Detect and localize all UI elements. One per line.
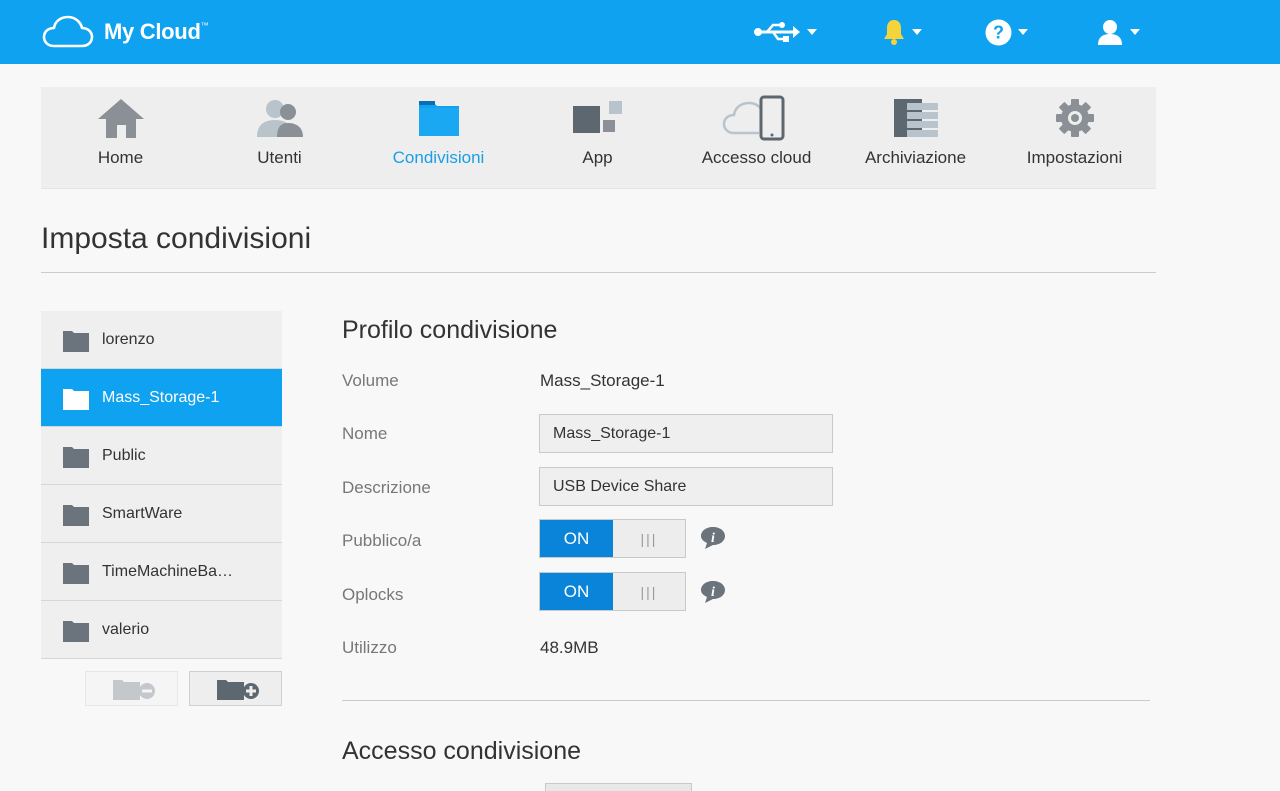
logo[interactable]: My Cloud™ xyxy=(42,14,209,50)
share-item-valerio[interactable]: valerio xyxy=(41,601,282,659)
folder-icon xyxy=(63,331,89,352)
svg-text:i: i xyxy=(711,531,715,546)
nav-cloud-access-label: Accesso cloud xyxy=(701,148,812,167)
gear-icon xyxy=(1055,99,1094,137)
share-item-public[interactable]: Public xyxy=(41,427,282,485)
share-list: lorenzo Mass_Storage-1 Public SmartWare … xyxy=(41,311,282,659)
help-button[interactable]: ? xyxy=(985,14,1028,50)
user-menu-button[interactable] xyxy=(1096,14,1140,50)
share-name: Mass_Storage-1 xyxy=(102,388,220,406)
nav-storage-label: Archiviazione xyxy=(864,148,967,167)
user-icon xyxy=(1098,20,1122,45)
usb-icon xyxy=(754,22,800,42)
page-title: Imposta condivisioni xyxy=(41,222,312,255)
toggle-grip-icon: ||| xyxy=(640,530,658,547)
folder-remove-icon xyxy=(112,679,155,700)
cloud-logo-icon xyxy=(42,15,94,48)
bell-icon xyxy=(884,20,904,45)
nav-shares-label: Condivisioni xyxy=(392,148,485,167)
main-nav: Home Utenti Condivisioni App Accesso clo… xyxy=(41,87,1156,189)
toggle-grip-icon: ||| xyxy=(640,583,658,600)
top-bar: My Cloud™ ? xyxy=(0,0,1280,64)
title-divider xyxy=(41,272,1156,273)
section-divider xyxy=(342,700,1150,701)
oplocks-label: Oplocks xyxy=(342,585,404,604)
oplocks-toggle[interactable]: ON ||| xyxy=(539,572,686,611)
folder-add-icon xyxy=(216,679,259,700)
access-section-title: Accesso condivisione xyxy=(342,737,582,765)
svg-text:?: ? xyxy=(993,22,1004,42)
nav-settings-label: Impostazioni xyxy=(1026,148,1123,167)
caret-down-icon xyxy=(1018,29,1028,35)
apps-icon xyxy=(572,101,622,133)
folder-icon xyxy=(63,621,89,642)
folder-icon xyxy=(63,447,89,468)
nav-users-label: Utenti xyxy=(257,148,302,167)
nav-apps[interactable]: App xyxy=(518,87,677,189)
name-input[interactable] xyxy=(539,414,833,453)
volume-label: Volume xyxy=(342,371,399,390)
nav-users[interactable]: Utenti xyxy=(200,87,359,189)
share-name: TimeMachineBa… xyxy=(102,562,234,580)
brand-trademark: ™ xyxy=(200,21,209,30)
users-icon xyxy=(256,100,303,137)
usage-value: 48.9MB xyxy=(540,638,599,657)
add-share-button[interactable] xyxy=(189,671,282,706)
brand-name: My Cloud™ xyxy=(104,19,209,45)
usb-menu-button[interactable] xyxy=(753,14,817,50)
share-name: Public xyxy=(102,446,146,464)
svg-text:i: i xyxy=(711,585,715,600)
cloud-device-icon xyxy=(722,95,784,141)
storage-icon xyxy=(893,99,938,137)
toggle-on-state: ON xyxy=(540,573,613,610)
public-toggle[interactable]: ON ||| xyxy=(539,519,686,558)
profile-section-title: Profilo condivisione xyxy=(342,316,558,344)
share-item-mass-storage-1[interactable]: Mass_Storage-1 xyxy=(41,369,282,427)
notifications-button[interactable] xyxy=(882,14,922,50)
remove-share-button[interactable] xyxy=(85,671,178,706)
nav-storage[interactable]: Archiviazione xyxy=(836,87,995,189)
public-label: Pubblico/a xyxy=(342,531,422,550)
description-label: Descrizione xyxy=(342,478,431,497)
share-name: SmartWare xyxy=(102,504,183,522)
folder-icon xyxy=(418,101,459,136)
access-toggle-partial[interactable] xyxy=(545,783,692,791)
share-name: lorenzo xyxy=(102,330,155,348)
nav-cloud-access[interactable]: Accesso cloud xyxy=(677,87,836,189)
brand-text: My Cloud xyxy=(104,19,201,44)
info-icon[interactable]: i xyxy=(700,526,726,550)
help-icon: ? xyxy=(985,19,1012,45)
nav-shares[interactable]: Condivisioni xyxy=(359,87,518,189)
toggle-on-state: ON xyxy=(540,520,613,557)
nav-home[interactable]: Home xyxy=(41,87,200,189)
nav-apps-label: App xyxy=(582,148,613,167)
nav-home-label: Home xyxy=(97,148,144,167)
description-input[interactable] xyxy=(539,467,833,506)
folder-icon xyxy=(63,563,89,584)
home-icon xyxy=(97,99,144,138)
nav-settings[interactable]: Impostazioni xyxy=(995,87,1154,189)
share-item-smartware[interactable]: SmartWare xyxy=(41,485,282,543)
caret-down-icon xyxy=(807,29,817,35)
caret-down-icon xyxy=(912,29,922,35)
folder-icon xyxy=(63,505,89,526)
folder-icon xyxy=(63,389,89,410)
share-item-lorenzo[interactable]: lorenzo xyxy=(41,311,282,369)
share-item-timemachine[interactable]: TimeMachineBa… xyxy=(41,543,282,601)
name-label: Nome xyxy=(342,424,388,443)
info-icon[interactable]: i xyxy=(700,580,726,604)
caret-down-icon xyxy=(1130,29,1140,35)
usage-label: Utilizzo xyxy=(342,638,397,657)
volume-value: Mass_Storage-1 xyxy=(540,371,665,390)
share-name: valerio xyxy=(102,620,150,638)
